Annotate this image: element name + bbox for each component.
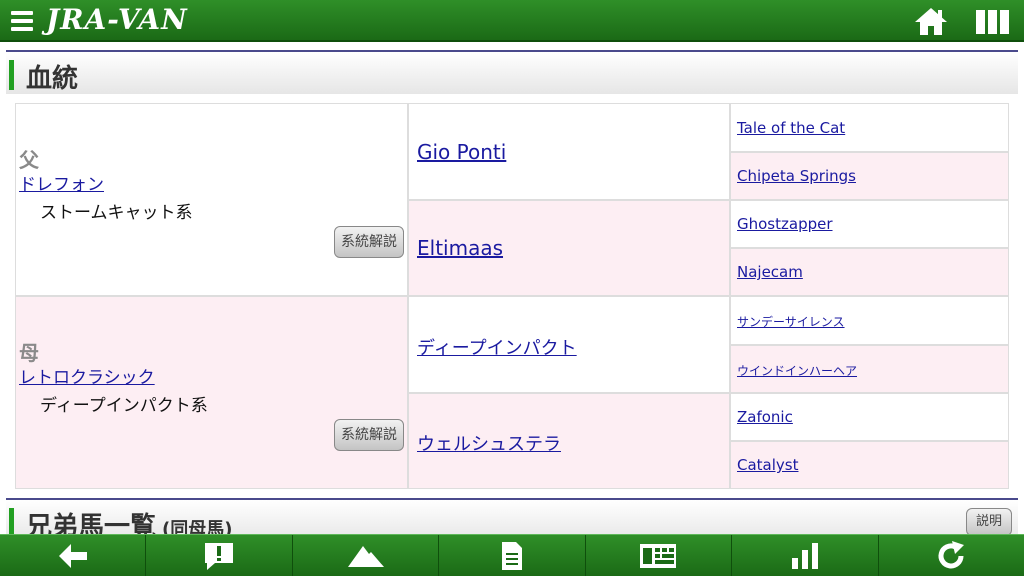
pedigree-table: 父 ドレフォン ストームキャット系 系統解説 母 レトロクラシック ディープイン…	[15, 103, 1009, 489]
gen2-name-link[interactable]: ディープインパクト	[417, 334, 577, 360]
gen3-name-link[interactable]: ウインドインハーヘア	[737, 362, 857, 379]
siblings-explain-button[interactable]: 説明	[966, 508, 1012, 536]
gen2-cell: ディープインパクト	[408, 296, 730, 393]
sire-label: 父	[19, 148, 39, 172]
refresh-button[interactable]	[879, 535, 1024, 576]
document-button[interactable]	[439, 535, 586, 576]
gen3-cell: Najecam	[730, 248, 1009, 296]
gen3-name-link[interactable]: サンデーサイレンス	[737, 313, 845, 330]
top-header-bar: JRA-VAN	[0, 0, 1024, 42]
dam-lineage: ディープインパクト系	[40, 396, 208, 416]
mountain-icon	[347, 546, 384, 567]
dam-lineage-explain-button[interactable]: 系統解説	[334, 419, 404, 451]
gen3-name-link[interactable]: Najecam	[737, 263, 803, 281]
jra-van-logo: JRA-VAN	[46, 3, 188, 36]
gen2-name-link[interactable]: Eltimaas	[417, 236, 503, 260]
gen3-cell: Catalyst	[730, 441, 1009, 489]
sire-cell: 父 ドレフォン ストームキャット系 系統解説	[15, 103, 408, 296]
back-button[interactable]	[0, 535, 147, 576]
gen2-name-link[interactable]: Gio Ponti	[417, 140, 506, 164]
document-icon	[501, 542, 522, 570]
gen2-cell: ウェルシュステラ	[408, 393, 730, 489]
dam-label: 母	[19, 341, 39, 365]
gen3-name-link[interactable]: Chipeta Springs	[737, 167, 856, 185]
grid-icon[interactable]	[976, 10, 1010, 34]
gen3-name-link[interactable]: Ghostzapper	[737, 215, 833, 233]
back-arrow-icon	[58, 544, 87, 568]
gen2-name-link[interactable]: ウェルシュステラ	[417, 430, 561, 456]
gen3-name-link[interactable]: Tale of the Cat	[737, 119, 845, 137]
gen3-name-link[interactable]: Catalyst	[737, 456, 798, 474]
pedigree-section-header: 血統	[6, 50, 1018, 94]
bottom-toolbar	[0, 534, 1024, 576]
dam-cell: 母 レトロクラシック ディープインパクト系 系統解説	[15, 296, 408, 489]
gen2-cell: Eltimaas	[408, 200, 730, 296]
section-accent-bar	[9, 60, 14, 90]
gen3-cell: Tale of the Cat	[730, 103, 1009, 152]
pedigree-title: 血統	[26, 64, 79, 94]
gen3-cell: Zafonic	[730, 393, 1009, 441]
gen3-cell: ウインドインハーヘア	[730, 345, 1009, 393]
table-button[interactable]	[586, 535, 733, 576]
bar-chart-icon	[791, 543, 818, 569]
course-button[interactable]	[293, 535, 440, 576]
sire-lineage-explain-button[interactable]: 系統解説	[334, 226, 404, 258]
sire-lineage: ストームキャット系	[40, 203, 193, 223]
alert-button[interactable]	[146, 535, 293, 576]
chart-button[interactable]	[732, 535, 879, 576]
gen3-cell: Ghostzapper	[730, 200, 1009, 248]
menu-icon[interactable]	[11, 11, 33, 31]
table-icon	[640, 544, 677, 568]
sire-name-link[interactable]: ドレフォン	[19, 170, 104, 195]
gen3-cell: Chipeta Springs	[730, 152, 1009, 200]
gen3-cell: サンデーサイレンス	[730, 296, 1009, 345]
home-icon[interactable]	[914, 6, 948, 36]
alert-icon	[205, 543, 234, 570]
gen2-cell: Gio Ponti	[408, 103, 730, 200]
dam-name-link[interactable]: レトロクラシック	[19, 363, 155, 388]
gen3-name-link[interactable]: Zafonic	[737, 408, 793, 426]
refresh-icon	[938, 541, 965, 569]
